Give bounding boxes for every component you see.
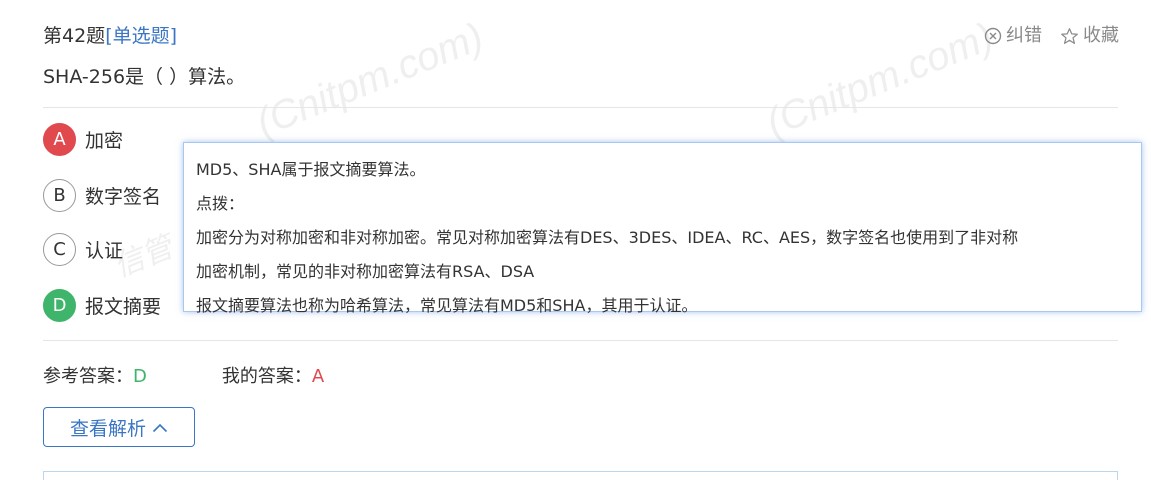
view-analysis-button[interactable]: 查看解析	[43, 407, 195, 447]
option-letter-badge: B	[43, 179, 76, 212]
option-text: 数字签名	[85, 186, 162, 208]
option-d[interactable]: D 报文摘要	[43, 289, 161, 322]
question-card: (Cnitpm.com) (Cnitpm.com) 信管 第42题[单选题] 纠…	[0, 0, 1151, 480]
report-error-icon	[984, 27, 1002, 45]
tooltip-line: 点拨：	[196, 194, 245, 213]
answers-row: 参考答案：D 我的答案：A	[43, 364, 324, 390]
option-a[interactable]: A 加密	[43, 123, 123, 156]
my-answer: 我的答案：A	[222, 364, 324, 390]
my-answer-value: A	[311, 366, 325, 387]
favorite-label: 收藏	[1083, 25, 1119, 46]
star-icon	[1060, 27, 1079, 46]
option-letter-badge: D	[43, 289, 76, 322]
option-letter-badge: C	[43, 233, 76, 266]
option-text: 报文摘要	[85, 296, 162, 318]
reference-answer: 参考答案：D	[43, 364, 147, 390]
divider	[43, 107, 1118, 108]
reference-answer-value: D	[133, 366, 147, 387]
watermark: (Cnitpm.com)	[250, 14, 490, 146]
my-answer-label: 我的答案：	[221, 366, 312, 387]
tooltip-line: 加密机制，常见的非对称加密算法有RSA、DSA	[196, 262, 535, 281]
favorite-button[interactable]: 收藏	[1060, 23, 1119, 49]
reference-answer-label: 参考答案：	[43, 366, 133, 387]
report-error-button[interactable]: 纠错	[984, 23, 1042, 49]
option-c[interactable]: C 认证	[43, 233, 123, 266]
question-stem: SHA-256是（ ）算法。	[43, 66, 246, 88]
tooltip-line: MD5、SHA属于报文摘要算法。	[196, 160, 426, 179]
divider	[43, 340, 1118, 341]
option-b[interactable]: B 数字签名	[43, 179, 161, 212]
option-text: 认证	[85, 240, 124, 262]
report-error-label: 纠错	[1006, 25, 1042, 46]
chevron-up-icon	[152, 416, 168, 438]
option-letter-badge: A	[43, 123, 76, 156]
question-actions: 纠错 收藏	[984, 23, 1119, 49]
question-number: 第42题	[43, 25, 106, 47]
option-hint-tooltip: MD5、SHA属于报文摘要算法。 点拨： 加密分为对称加密和非对称加密。常见对称…	[183, 142, 1142, 315]
option-text: 加密	[85, 130, 124, 152]
question-header: 第42题[单选题]	[43, 23, 177, 49]
question-type: [单选题]	[105, 25, 178, 47]
tooltip-line: 加密分为对称加密和非对称加密。常见对称加密算法有DES、3DES、IDEA、RC…	[196, 228, 1019, 247]
watermark: (Cnitpm.com)	[760, 14, 1000, 146]
view-analysis-label: 查看解析	[69, 417, 146, 440]
analysis-panel	[43, 471, 1118, 480]
tooltip-line: 报文摘要算法也称为哈希算法，常见算法有MD5和SHA，其用于认证。	[196, 296, 698, 315]
